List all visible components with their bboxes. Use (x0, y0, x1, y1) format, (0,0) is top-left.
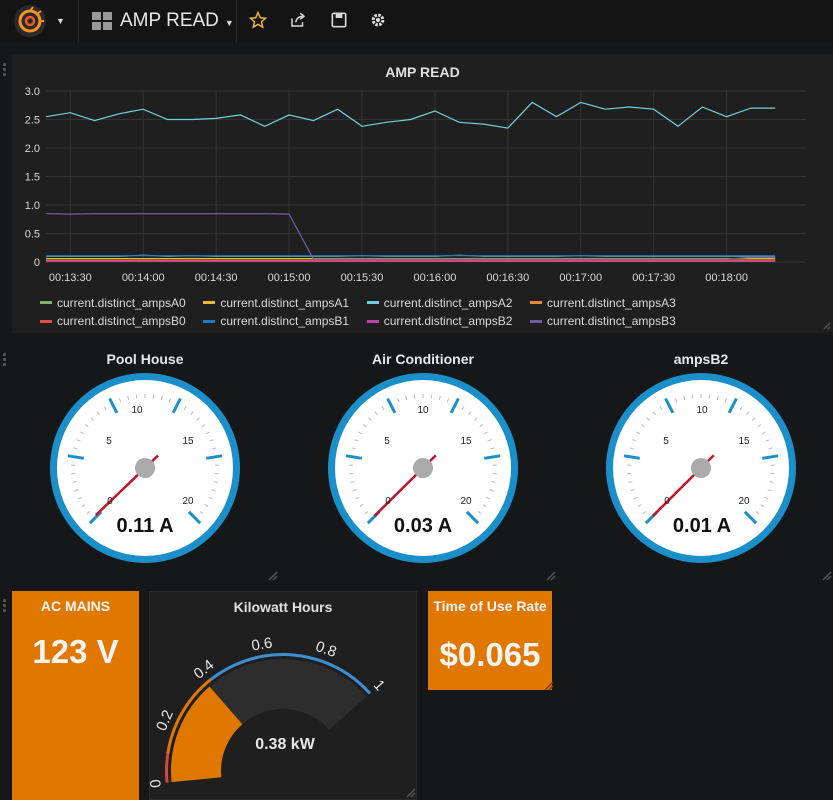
ac-mains-value: 123 V (32, 633, 119, 670)
legend-label: current.distinct_ampsA2 (383, 295, 513, 310)
row-drag-handle[interactable] (3, 352, 9, 368)
resize-handle-icon[interactable] (546, 571, 556, 581)
y-tick-label: 2.5 (25, 115, 40, 127)
legend-swatch (203, 319, 216, 323)
series-line-ampsb3[interactable] (45, 213, 776, 260)
y-tick-label: 3.0 (25, 86, 40, 98)
resize-handle-icon[interactable] (268, 571, 278, 581)
gauge-hub (691, 458, 711, 478)
gauge-title-pool-house[interactable]: Pool House (45, 351, 245, 367)
legend-swatch (40, 301, 52, 304)
gauge-tick-label: 0 (385, 496, 391, 507)
kilowatt-hours-value: 0.38 kW (255, 736, 315, 753)
time-of-use-stat-panel: Time of Use Rate $0.065 (428, 591, 552, 690)
x-tick-label: 00:15:00 (268, 272, 311, 284)
gauge-tick-label: 0 (107, 496, 113, 507)
legend-label: current.distinct_ampsB0 (57, 314, 186, 328)
y-tick-label: 0 (34, 257, 40, 269)
gauge-title-air-conditioner[interactable]: Air Conditioner (323, 351, 523, 367)
legend-swatch (530, 301, 543, 304)
legend-item[interactable]: current.distinct_ampsA2 (366, 294, 527, 312)
amp-read-chart: 0 0.5 1.0 1.5 2.0 2.5 3.0 00:13:30 00:14:00 00:14… (25, 86, 831, 330)
gauge-title-ampsb2[interactable]: ampsB2 (601, 351, 801, 367)
gauge-hub (413, 458, 433, 478)
legend-item[interactable]: current.distinct_ampsB1 (203, 312, 363, 330)
time-of-use-label[interactable]: Time of Use Rate (428, 598, 552, 614)
legend-swatch (40, 319, 52, 323)
legend-item[interactable]: current.distinct_ampsA1 (203, 294, 363, 312)
y-tick-label: 1.0 (25, 200, 40, 212)
y-tick-label: 0.5 (25, 229, 40, 241)
gauge-tick-label: 20 (460, 496, 472, 507)
legend-label: current.distinct_ampsB1 (220, 314, 350, 328)
legend-item[interactable]: current.distinct_ampsB2 (366, 312, 527, 330)
ac-mains-label[interactable]: AC MAINS (12, 598, 139, 614)
resize-handle-icon[interactable] (822, 571, 832, 581)
y-tick-label: 1.5 (25, 172, 40, 184)
gauge-tick-label: 10 (696, 405, 708, 416)
legend-item[interactable]: current.distinct_ampsA3 (530, 294, 690, 312)
gauge-tick-label: 5 (106, 436, 112, 447)
legend-swatch (366, 301, 379, 304)
x-tick-label: 00:17:00 (559, 272, 602, 284)
gauge-tick-label: 5 (663, 436, 669, 447)
x-tick-label: 00:15:30 (341, 272, 384, 284)
gauge-tick-label: 5 (384, 436, 390, 447)
legend-label: current.distinct_ampsB2 (383, 314, 513, 328)
legend-label: current.distinct_ampsA1 (220, 295, 350, 310)
legend-label: current.distinct_ampsB3 (547, 314, 676, 328)
gauge-value-ampsb2: 0.01 A (672, 515, 732, 537)
x-tick-label: 00:14:30 (195, 272, 238, 284)
series-line-ampsa2[interactable] (45, 101, 776, 129)
x-tick-label: 00:13:30 (49, 272, 92, 284)
kwh-threshold-label: 0 (146, 778, 165, 789)
gauge-tick-label: 10 (131, 405, 143, 416)
time-of-use-value: $0.065 (439, 636, 541, 673)
gauge-tick-label: 15 (460, 436, 472, 447)
graph-legend: current.distinct_ampsA0 current.distinct… (40, 293, 800, 330)
y-tick-label: 2.0 (25, 143, 40, 155)
gauge-tick-label: 10 (417, 405, 429, 416)
row-drag-handle[interactable] (3, 598, 9, 614)
resize-handle-icon[interactable] (823, 322, 831, 330)
x-tick-label: 00:16:00 (414, 272, 457, 284)
kwh-threshold-low (165, 753, 170, 783)
legend-label: current.distinct_ampsA3 (547, 295, 676, 310)
resize-handle-icon[interactable] (406, 788, 416, 798)
gauge-tick-label: 20 (182, 496, 194, 507)
gauge-value-pool-house: 0.11 A (116, 515, 174, 537)
gauge-tick-label: 0 (664, 496, 670, 507)
x-tick-label: 00:18:00 (705, 272, 748, 284)
gauge-tick-label: 15 (182, 436, 194, 447)
resize-handle-icon[interactable] (544, 681, 554, 691)
legend-swatch (530, 319, 543, 323)
legend-swatch (366, 319, 379, 323)
gauge-row (50, 373, 796, 563)
ac-mains-stat-panel: AC MAINS 123 V (12, 591, 139, 800)
gauge-tick-label: 20 (738, 496, 750, 507)
gauge-tick-label: 15 (738, 436, 750, 447)
x-tick-label: 00:16:30 (486, 272, 529, 284)
x-tick-label: 00:17:30 (632, 272, 675, 284)
gauge-value-air-conditioner: 0.03 A (393, 515, 453, 537)
legend-item[interactable]: current.distinct_ampsB3 (530, 312, 690, 330)
gauge-hub (135, 458, 155, 478)
legend-item[interactable]: current.distinct_ampsA0 (40, 294, 200, 312)
legend-item[interactable]: current.distinct_ampsB0 (40, 312, 200, 330)
x-tick-label: 00:14:00 (122, 272, 165, 284)
legend-label: current.distinct_ampsA0 (57, 295, 186, 310)
legend-swatch (203, 301, 216, 304)
